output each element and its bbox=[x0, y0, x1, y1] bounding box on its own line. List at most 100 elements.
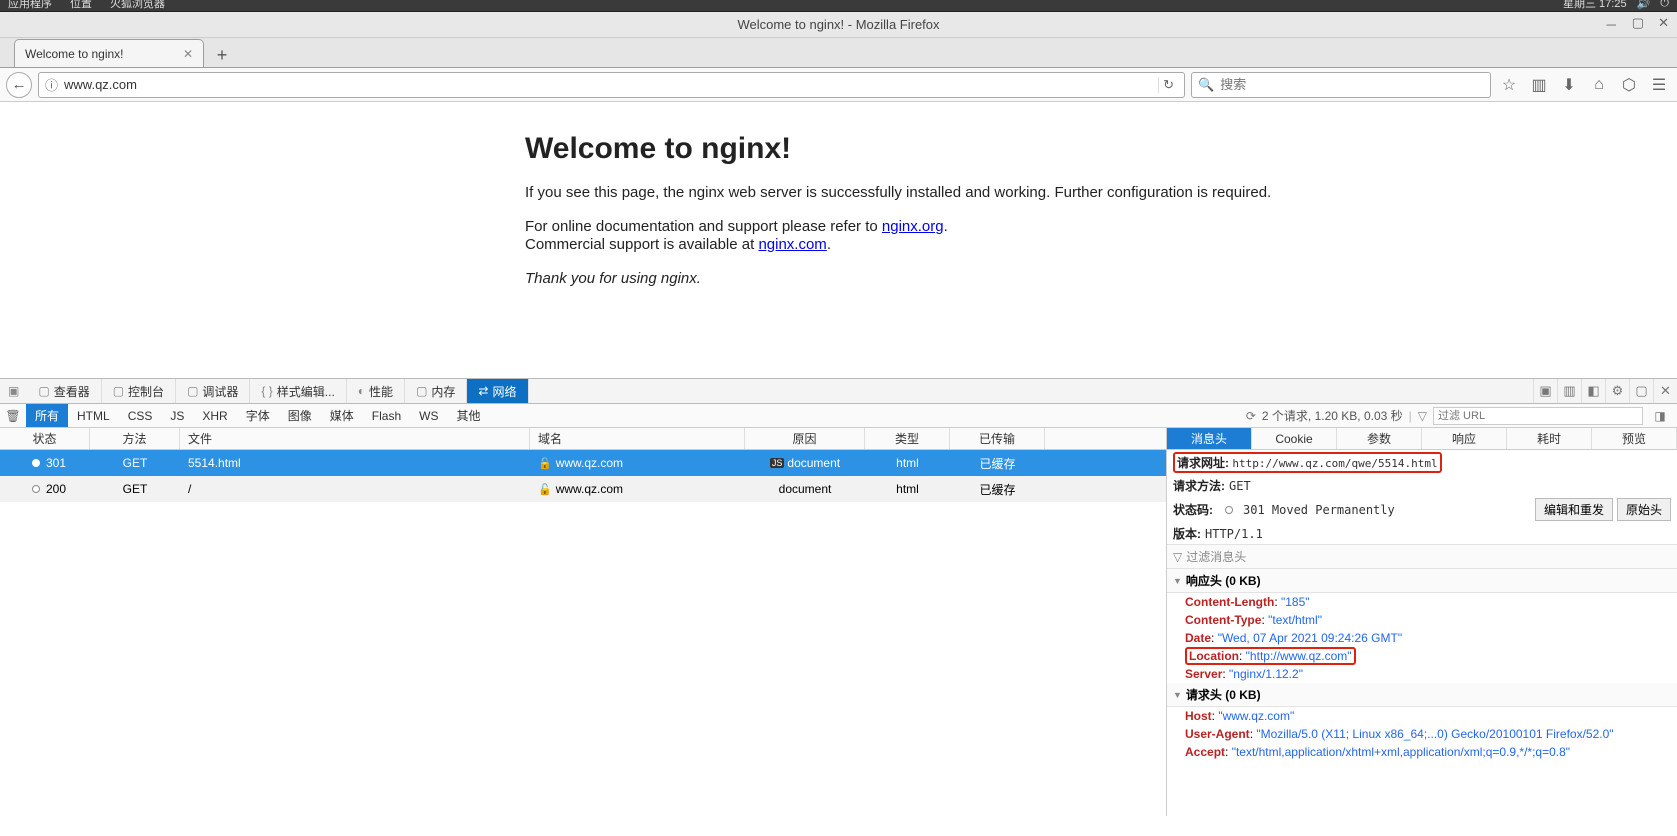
filter-html[interactable]: HTML bbox=[68, 404, 119, 427]
window-close-icon[interactable]: ✕ bbox=[1658, 15, 1669, 34]
browser-navbar: ← ⓘ ↻ 🔍 ☆ ▥ ⬇ ⌂ ⬡ ☰ bbox=[0, 68, 1677, 102]
response-header-line: Date: "Wed, 07 Apr 2021 09:24:26 GMT" bbox=[1167, 629, 1677, 647]
col-status[interactable]: 状态 bbox=[0, 428, 90, 449]
tab-close-icon[interactable]: ✕ bbox=[183, 47, 193, 61]
link-nginx-org[interactable]: nginx.org bbox=[882, 218, 944, 235]
filter-js[interactable]: JS bbox=[161, 404, 193, 427]
tab-title: Welcome to nginx! bbox=[25, 47, 124, 61]
filter-headers-input[interactable]: 过滤消息头 bbox=[1186, 548, 1246, 565]
home-icon[interactable]: ⌂ bbox=[1587, 76, 1611, 94]
devtools-toolbar: ▣ ▢查看器 ▢控制台 ▢调试器 { }样式编辑... ◐性能 ▢内存 ⇄网络 … bbox=[0, 378, 1677, 404]
request-header-line: Accept: "text/html,application/xhtml+xml… bbox=[1167, 743, 1677, 761]
clear-network-icon[interactable]: 🗑 bbox=[0, 409, 26, 423]
network-summary: 2 个请求, 1.20 KB, 0.03 秒 bbox=[1262, 407, 1403, 424]
raw-headers-button[interactable]: 原始头 bbox=[1617, 498, 1671, 521]
filter-img[interactable]: 图像 bbox=[279, 404, 321, 427]
har-icon[interactable]: ⟳ bbox=[1246, 409, 1256, 423]
page-content: Welcome to nginx! If you see this page, … bbox=[0, 102, 1677, 378]
window-minimize-icon[interactable]: － bbox=[1605, 15, 1618, 34]
col-transferred[interactable]: 已传输 bbox=[950, 428, 1045, 449]
devtools-close-icon[interactable]: ✕ bbox=[1653, 379, 1677, 403]
url-bar[interactable]: ⓘ ↻ bbox=[38, 72, 1185, 98]
back-button[interactable]: ← bbox=[6, 72, 32, 98]
network-details: 消息头 Cookie 参数 响应 耗时 预览 请求网址: http://www.… bbox=[1167, 428, 1677, 816]
panel-debugger[interactable]: ▢调试器 bbox=[176, 379, 250, 403]
page-text-1: If you see this page, the nginx web serv… bbox=[525, 184, 1677, 202]
os-menu-places[interactable]: 位置 bbox=[70, 0, 92, 11]
pick-element-icon[interactable]: ▣ bbox=[0, 379, 27, 403]
request-url-row: 请求网址: http://www.qz.com/qwe/5514.html bbox=[1173, 452, 1442, 473]
request-headers-section[interactable]: ▼请求头 (0 KB) bbox=[1167, 683, 1677, 707]
downloads-icon[interactable]: ⬇ bbox=[1557, 75, 1581, 95]
volume-icon[interactable]: 🔊 bbox=[1637, 0, 1651, 10]
tab-headers[interactable]: 消息头 bbox=[1167, 428, 1252, 449]
search-input[interactable] bbox=[1220, 77, 1484, 92]
browser-tabstrip: Welcome to nginx! ✕ + bbox=[0, 38, 1677, 68]
panel-inspector[interactable]: ▢查看器 bbox=[27, 379, 101, 403]
filter-ws[interactable]: WS bbox=[410, 404, 447, 427]
filter-all[interactable]: 所有 bbox=[26, 404, 68, 427]
os-clock: 星期三 17:25 bbox=[1563, 0, 1627, 11]
browser-tab[interactable]: Welcome to nginx! ✕ bbox=[14, 39, 204, 67]
response-header-line: Location: "http://www.qz.com" bbox=[1167, 647, 1677, 665]
toggle-details-icon[interactable]: ◨ bbox=[1649, 409, 1671, 423]
network-row[interactable]: 301GET5514.html🔓www.qz.comJSdocumenthtml… bbox=[0, 450, 1166, 476]
col-type[interactable]: 类型 bbox=[865, 428, 950, 449]
search-bar[interactable]: 🔍 bbox=[1191, 72, 1491, 98]
response-header-line: Content-Type: "text/html" bbox=[1167, 611, 1677, 629]
panel-style-editor[interactable]: { }样式编辑... bbox=[250, 379, 346, 403]
tab-preview[interactable]: 预览 bbox=[1592, 428, 1677, 449]
window-titlebar: Welcome to nginx! - Mozilla Firefox － ▢ … bbox=[0, 12, 1677, 38]
dock-window-icon[interactable]: ▢ bbox=[1629, 379, 1653, 403]
pocket-icon[interactable]: ⬡ bbox=[1617, 75, 1641, 95]
network-columns-header: 状态 方法 文件 域名 原因 类型 已传输 bbox=[0, 428, 1166, 450]
edit-resend-button[interactable]: 编辑和重发 bbox=[1535, 498, 1613, 521]
request-method-row: 请求方法: GET bbox=[1167, 475, 1677, 496]
tab-response[interactable]: 响应 bbox=[1422, 428, 1507, 449]
link-nginx-com[interactable]: nginx.com bbox=[758, 236, 826, 253]
col-file[interactable]: 文件 bbox=[180, 428, 530, 449]
filter-css[interactable]: CSS bbox=[119, 404, 162, 427]
site-info-icon[interactable]: ⓘ bbox=[45, 75, 58, 94]
tab-timings[interactable]: 耗时 bbox=[1507, 428, 1592, 449]
panel-console[interactable]: ▢控制台 bbox=[102, 379, 176, 403]
reload-icon[interactable]: ↻ bbox=[1158, 77, 1178, 93]
network-panel: 状态 方法 文件 域名 原因 类型 已传输 301GET5514.html🔓ww… bbox=[0, 428, 1677, 816]
status-code-row: 状态码: 301 Moved Permanently 编辑和重发 原始头 bbox=[1167, 496, 1677, 523]
filter-xhr[interactable]: XHR bbox=[193, 404, 236, 427]
response-headers-section[interactable]: ▼响应头 (0 KB) bbox=[1167, 569, 1677, 593]
os-menu-browser[interactable]: 火狐浏览器 bbox=[110, 0, 165, 11]
version-row: 版本: HTTP/1.1 bbox=[1167, 523, 1677, 544]
os-menu-apps[interactable]: 应用程序 bbox=[8, 0, 52, 11]
filter-flash[interactable]: Flash bbox=[363, 404, 410, 427]
network-row[interactable]: 200GET/🔓www.qz.comdocumenthtml已缓存 bbox=[0, 476, 1166, 502]
tab-cookies[interactable]: Cookie bbox=[1252, 428, 1337, 449]
panel-memory[interactable]: ▢内存 bbox=[405, 379, 467, 403]
tab-params[interactable]: 参数 bbox=[1337, 428, 1422, 449]
network-request-list: 状态 方法 文件 域名 原因 类型 已传输 301GET5514.html🔓ww… bbox=[0, 428, 1167, 816]
filter-font[interactable]: 字体 bbox=[237, 404, 279, 427]
request-header-line: Host: "www.qz.com" bbox=[1167, 707, 1677, 725]
window-maximize-icon[interactable]: ▢ bbox=[1632, 15, 1644, 34]
response-header-line: Server: "nginx/1.12.2" bbox=[1167, 665, 1677, 683]
insecure-icon: 🔓 bbox=[538, 483, 552, 496]
bookmark-star-icon[interactable]: ☆ bbox=[1497, 75, 1521, 95]
menu-icon[interactable]: ☰ bbox=[1647, 75, 1671, 95]
col-domain[interactable]: 域名 bbox=[530, 428, 745, 449]
filter-other[interactable]: 其他 bbox=[447, 404, 489, 427]
filter-url-input[interactable] bbox=[1433, 407, 1643, 425]
panel-network[interactable]: ⇄网络 bbox=[467, 379, 528, 403]
library-icon[interactable]: ▥ bbox=[1527, 75, 1551, 95]
responsive-icon[interactable]: ▣ bbox=[1533, 379, 1557, 403]
settings-gear-icon[interactable]: ⚙ bbox=[1605, 379, 1629, 403]
split-console-icon[interactable]: ▥ bbox=[1557, 379, 1581, 403]
col-cause[interactable]: 原因 bbox=[745, 428, 865, 449]
request-header-line: User-Agent: "Mozilla/5.0 (X11; Linux x86… bbox=[1167, 725, 1677, 743]
col-method[interactable]: 方法 bbox=[90, 428, 180, 449]
filter-media[interactable]: 媒体 bbox=[321, 404, 363, 427]
new-tab-button[interactable]: + bbox=[208, 43, 236, 67]
dock-side-icon[interactable]: ◧ bbox=[1581, 379, 1605, 403]
url-input[interactable] bbox=[64, 77, 1152, 92]
panel-performance[interactable]: ◐性能 bbox=[347, 379, 405, 403]
power-icon[interactable]: ⏻ bbox=[1660, 0, 1669, 10]
